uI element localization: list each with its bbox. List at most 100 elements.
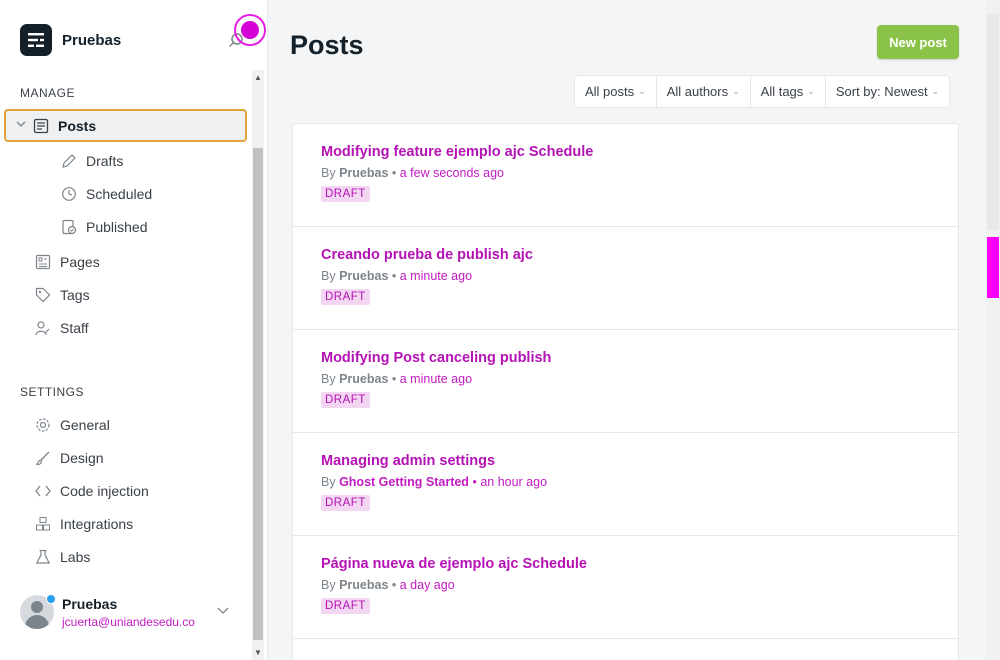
staff-icon — [34, 319, 52, 337]
status-badge: DRAFT — [321, 495, 370, 511]
published-icon — [60, 218, 78, 236]
post-time: a minute ago — [399, 372, 473, 386]
integrations-icon — [34, 515, 52, 533]
type-filter[interactable]: All posts ⌄ — [575, 76, 657, 107]
post-by: By — [321, 372, 336, 386]
clock-icon — [60, 185, 78, 203]
sidebar-item-drafts[interactable]: Drafts — [60, 144, 240, 177]
sidebar-item-staff[interactable]: Staff — [34, 311, 234, 344]
post-list-item[interactable]: Página nueva de ejemplo ajc Schedule By … — [293, 536, 958, 639]
post-title[interactable]: Modifying feature ejemplo ajc Schedule — [321, 144, 930, 160]
sidebar-item-label: Posts — [58, 117, 97, 134]
settings-section-label: SETTINGS — [20, 385, 85, 399]
post-author: Pruebas — [339, 166, 389, 180]
scrollbar-thumb[interactable] — [253, 148, 263, 640]
post-meta: By Pruebas • a day ago — [321, 578, 455, 592]
post-list-item[interactable]: Managing admin settings By Ghost Getting… — [293, 433, 958, 536]
site-name: Pruebas — [62, 31, 122, 49]
status-badge: DRAFT — [321, 392, 370, 408]
post-filters: All posts ⌄ All authors ⌄ All tags ⌄ Sort b… — [574, 75, 951, 108]
chevron-down-icon: ⌄ — [638, 86, 646, 96]
sidebar-item-published[interactable]: Published — [60, 210, 240, 243]
post-time: a minute ago — [399, 269, 473, 283]
sidebar-item-label: Integrations — [60, 515, 134, 532]
sidebar-item-label: Scheduled — [86, 185, 153, 202]
sidebar-scrollbar[interactable]: ▲ ▼ — [252, 70, 264, 660]
chevron-down-icon: ⌄ — [732, 86, 740, 96]
post-list-item[interactable]: Creando prueba de publish ajc By Pruebas… — [293, 227, 958, 330]
post-time: an hour ago — [480, 475, 548, 489]
chevron-down-icon: ⌄ — [807, 86, 815, 96]
pages-icon — [34, 253, 52, 271]
author-filter-label: All authors — [666, 84, 729, 99]
notification-dot — [46, 594, 56, 604]
site-brand[interactable]: Pruebas — [20, 24, 121, 56]
sidebar-item-label: Drafts — [86, 152, 124, 169]
post-by: By — [321, 475, 336, 489]
sidebar-item-label: Code injection — [60, 482, 149, 499]
post-meta: By Pruebas • a minute ago — [321, 269, 473, 283]
author-filter[interactable]: All authors ⌄ — [657, 76, 751, 107]
post-time: a day ago — [399, 578, 455, 592]
sort-filter[interactable]: Sort by: Newest ⌄ — [826, 76, 949, 107]
sidebar-item-labs[interactable]: Labs — [34, 540, 234, 573]
post-meta: By Ghost Getting Started • an hour ago — [321, 475, 548, 489]
status-badge: DRAFT — [321, 289, 370, 305]
sidebar-item-label: General — [60, 416, 110, 433]
new-post-button[interactable]: New post — [877, 25, 959, 59]
tag-icon — [34, 286, 52, 304]
sidebar-item-label: Published — [86, 218, 148, 235]
gear-icon — [34, 416, 52, 434]
post-by: By — [321, 166, 336, 180]
sidebar-item-scheduled[interactable]: Scheduled — [60, 177, 240, 210]
sidebar-item-label: Staff — [60, 319, 89, 336]
post-title[interactable]: Creando prueba de publish ajc — [321, 247, 930, 263]
chevron-down-icon: ⌄ — [931, 86, 940, 96]
post-meta: By Pruebas • a few seconds ago — [321, 166, 504, 180]
sidebar-item-code-injection[interactable]: Code injection — [34, 474, 234, 507]
post-time: a few seconds ago — [399, 166, 504, 180]
post-list-item[interactable]: Modifying Post canceling publish By Prue… — [293, 330, 958, 433]
post-author: Pruebas — [339, 269, 389, 283]
tag-filter[interactable]: All tags ⌄ — [751, 76, 826, 107]
main-scrollbar[interactable] — [986, 0, 1000, 660]
post-by: By — [321, 578, 336, 592]
site-logo-icon — [20, 24, 52, 56]
post-list: Modifying feature ejemplo ajc Schedule B… — [292, 123, 959, 660]
scroll-down-icon[interactable]: ▼ — [254, 648, 262, 657]
scrollbar-thumb[interactable] — [987, 237, 999, 298]
post-title[interactable]: Managing admin settings — [321, 453, 930, 469]
sidebar-item-pages[interactable]: Pages — [34, 245, 234, 278]
post-title[interactable]: Página nueva de ejemplo ajc Schedule — [321, 556, 930, 572]
scroll-up-icon[interactable]: ▲ — [254, 73, 262, 82]
flask-icon — [34, 548, 52, 566]
posts-icon — [32, 117, 50, 135]
post-author: Pruebas — [339, 372, 389, 386]
post-by: By — [321, 269, 336, 283]
status-badge: DRAFT — [321, 598, 370, 614]
sidebar-item-general[interactable]: General — [34, 408, 234, 441]
sidebar-item-label: Tags — [60, 286, 90, 303]
sidebar-item-design[interactable]: Design — [34, 441, 234, 474]
chevron-down-icon[interactable] — [16, 119, 32, 132]
page-title: Posts — [290, 30, 364, 60]
chevron-down-icon[interactable] — [216, 604, 230, 618]
status-badge: DRAFT — [321, 186, 370, 202]
user-name: Pruebas — [62, 595, 118, 612]
sidebar-item-integrations[interactable]: Integrations — [34, 507, 234, 540]
sidebar-item-tags[interactable]: Tags — [34, 278, 234, 311]
sidebar-item-posts[interactable]: Posts — [4, 109, 247, 142]
sidebar-item-label: Design — [60, 449, 104, 466]
user-email: jcuerta@uniandesedu.co — [62, 614, 195, 629]
sidebar-item-label: Labs — [60, 548, 91, 565]
post-author: Ghost Getting Started — [339, 475, 469, 489]
tag-filter-label: All tags — [760, 84, 804, 99]
pencil-icon — [60, 152, 78, 170]
post-list-item[interactable]: Modifying feature ejemplo ajc Schedule B… — [293, 124, 958, 227]
sidebar-item-label: Pages — [60, 253, 100, 270]
type-filter-label: All posts — [585, 84, 635, 99]
post-title[interactable]: Modifying Post canceling publish — [321, 350, 930, 366]
sidebar: Pruebas MANAGE Posts Drafts Scheduled Pu… — [0, 0, 268, 660]
post-meta: By Pruebas • a minute ago — [321, 372, 473, 386]
manage-section-label: MANAGE — [20, 86, 76, 100]
